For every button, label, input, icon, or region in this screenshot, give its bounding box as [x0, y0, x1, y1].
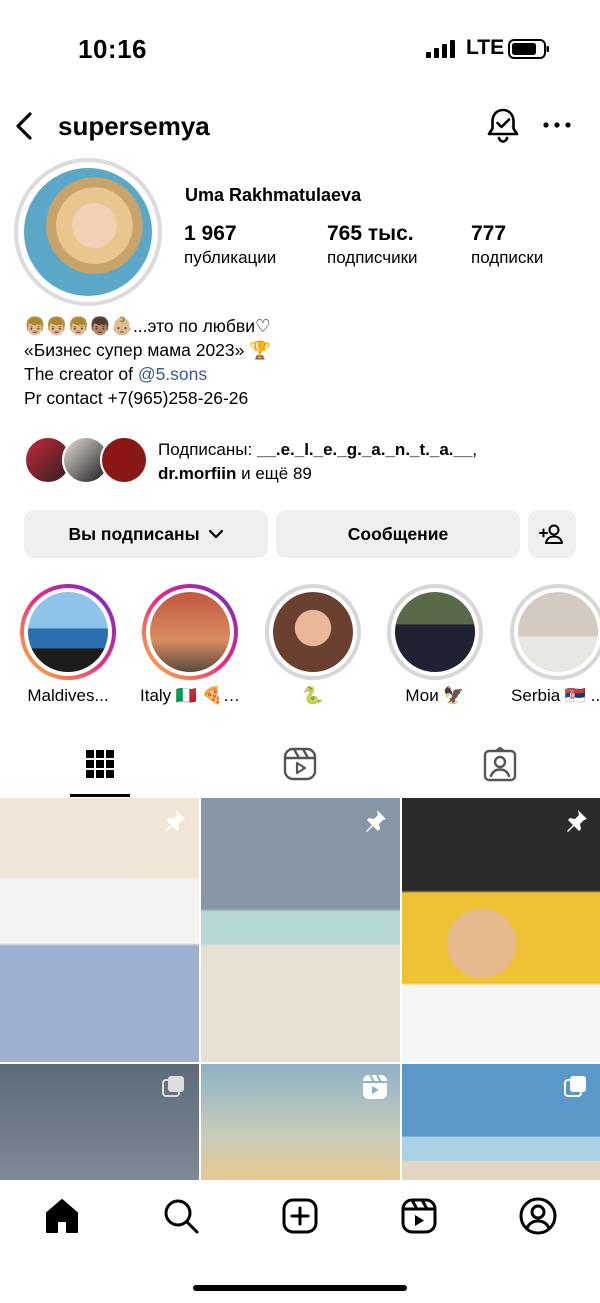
back-icon[interactable] — [10, 108, 38, 144]
chevron-down-icon — [208, 529, 223, 539]
grid-icon — [86, 750, 114, 778]
stat-following-label: подписки — [471, 248, 544, 267]
profile-header: supersemya — [0, 96, 600, 156]
followed-by-user-1: __.e._l._e._g._a._n._t._a.__ — [256, 440, 473, 459]
signal-icon — [426, 40, 455, 58]
bio-line-2: «Бизнес супер мама 2023» 🏆 — [24, 340, 272, 360]
create-post-icon[interactable] — [280, 1196, 320, 1236]
highlight-ring — [387, 584, 483, 680]
highlight-label: Italy 🇮🇹 🍕 ... — [140, 686, 240, 705]
pin-icon — [567, 810, 587, 832]
message-button[interactable]: Сообщение — [276, 510, 520, 558]
bio-mention-link[interactable]: @5.sons — [138, 364, 207, 384]
post-thumbnail[interactable] — [402, 798, 600, 1062]
home-icon[interactable] — [42, 1196, 82, 1236]
highlight-label: Мои 🦅 — [405, 686, 465, 705]
story-highlight[interactable]: Мои 🦅 — [385, 584, 485, 706]
stat-posts: 1 967 публикации — [184, 222, 276, 268]
tab-reels[interactable] — [200, 730, 400, 798]
followed-by-separator: , — [472, 440, 478, 459]
highlight-ring — [142, 584, 238, 680]
reel-icon — [363, 1074, 387, 1099]
reels-nav-icon[interactable] — [399, 1196, 439, 1236]
highlight-label: 🐍 — [302, 686, 324, 705]
profile-icon[interactable] — [518, 1196, 558, 1236]
story-highlight[interactable]: Maldives... — [18, 584, 118, 706]
status-bar: 10:16 LTE — [0, 0, 600, 96]
posts-grid — [0, 798, 600, 1180]
profile-username: supersemya — [58, 111, 210, 141]
story-highlight[interactable]: Italy 🇮🇹 🍕 ... — [140, 584, 240, 706]
followed-by[interactable]: Подписаны: __.e._l._e._g._a._n._t._a.__,… — [24, 434, 584, 488]
highlight-cover — [150, 592, 230, 672]
highlight-ring — [510, 584, 600, 680]
followed-by-prefix: Подписаны: — [158, 440, 257, 459]
battery-icon — [508, 39, 549, 59]
tab-tagged[interactable] — [400, 730, 600, 798]
more-options-icon[interactable] — [540, 110, 574, 140]
avatar — [24, 168, 152, 296]
tagged-icon — [483, 746, 517, 782]
bio-line-3: The creator of @5.sons — [24, 362, 271, 386]
stat-following-value: 777 — [471, 222, 507, 245]
highlight-cover — [28, 592, 108, 672]
pin-icon — [366, 810, 386, 832]
stat-followers-value: 765 тыс. — [327, 222, 414, 245]
carousel-icon — [564, 1076, 586, 1097]
post-thumbnail[interactable] — [201, 1064, 400, 1180]
message-button-label: Сообщение — [347, 523, 449, 544]
profile-full-name: Uma Rakhmatulaeva — [185, 185, 362, 205]
bottom-navigation — [0, 1180, 600, 1303]
highlight-label: Serbia 🇷🇸 ... — [511, 686, 600, 705]
reels-icon — [283, 747, 317, 781]
story-highlight[interactable]: Serbia 🇷🇸 ... — [508, 584, 600, 706]
profile-bio: 👦🏼👦🏼👦🏼👦🏽👶🏼...это по любви♡ «Бизнес супер… — [24, 314, 271, 410]
following-button-label: Вы подписаны — [68, 523, 200, 544]
notification-bell-icon[interactable] — [484, 106, 522, 146]
post-thumbnail[interactable] — [0, 1064, 199, 1180]
stat-followers[interactable]: 765 тыс. подписчики — [327, 222, 418, 268]
mutual-follower-avatar — [100, 436, 148, 484]
highlight-ring — [265, 584, 361, 680]
stat-posts-value: 1 967 — [184, 222, 237, 245]
pin-icon — [165, 810, 185, 832]
post-thumbnail[interactable] — [402, 1064, 600, 1180]
stat-followers-label: подписчики — [327, 248, 418, 267]
bio-line-1: 👦🏼👦🏼👦🏼👦🏽👶🏼...это по любви♡ — [24, 316, 271, 336]
highlight-label: Maldives... — [27, 686, 109, 705]
network-type: LTE — [466, 36, 505, 59]
followed-by-user-2: dr.morfiin — [158, 464, 237, 483]
story-highlight[interactable]: 🐍 — [263, 584, 363, 706]
highlight-ring — [20, 584, 116, 680]
bio-line-4: Pr contact +7(965)258-26-26 — [24, 388, 249, 408]
highlight-cover — [518, 592, 598, 672]
active-tab-indicator — [70, 794, 130, 797]
followed-by-suffix: и ещё 89 — [236, 464, 312, 483]
stat-posts-label: публикации — [184, 248, 277, 267]
post-thumbnail[interactable] — [201, 798, 400, 1062]
stat-following[interactable]: 777 подписки — [471, 222, 543, 268]
tab-posts-grid[interactable] — [0, 730, 200, 798]
followed-by-text: Подписаны: __.e._l._e._g._a._n._t._a.__,… — [158, 438, 477, 486]
home-indicator — [193, 1285, 407, 1291]
bio-line-3-text: The creator of — [24, 364, 138, 384]
profile-avatar-ring[interactable] — [14, 158, 162, 306]
status-time: 10:16 — [78, 34, 147, 64]
add-person-icon — [539, 524, 563, 544]
post-thumbnail[interactable] — [0, 798, 199, 1062]
suggested-people-button[interactable] — [528, 510, 576, 558]
following-button[interactable]: Вы подписаны — [24, 510, 268, 558]
profile-tabs — [0, 730, 600, 798]
highlight-cover — [273, 592, 353, 672]
carousel-icon — [162, 1076, 184, 1097]
highlight-cover — [395, 592, 475, 672]
search-icon[interactable] — [161, 1196, 201, 1236]
